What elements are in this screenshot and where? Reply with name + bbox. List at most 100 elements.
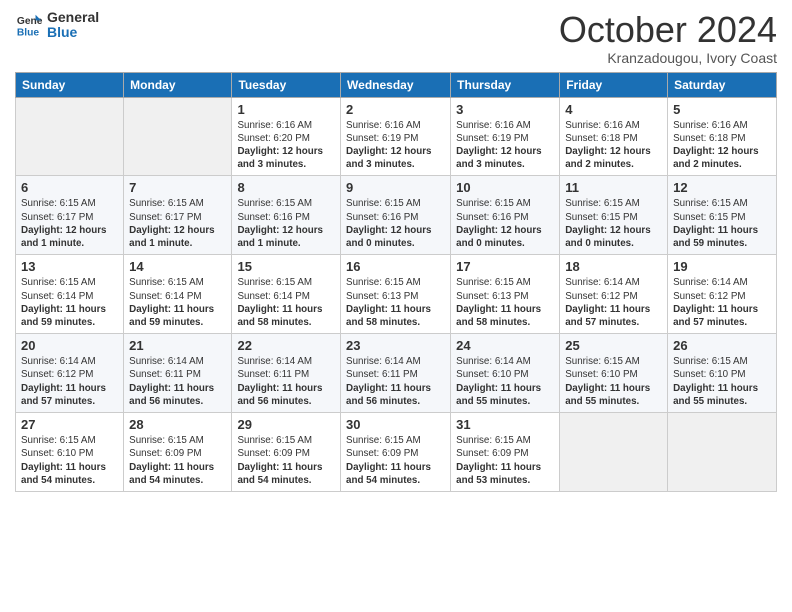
day-info: Sunrise: 6:15 AMSunset: 6:10 PMDaylight:… (565, 355, 662, 408)
calendar-body: 1Sunrise: 6:16 AMSunset: 6:20 PMDaylight… (16, 97, 777, 491)
svg-text:Blue: Blue (17, 28, 40, 39)
weekday-header-monday: Monday (124, 72, 232, 97)
day-number: 20 (21, 338, 118, 353)
calendar-cell: 28 Sunrise: 6:15 AMSunset: 6:09 PMDayligh… (124, 413, 232, 492)
day-info: Sunrise: 6:14 AMSunset: 6:11 PMDaylight:… (129, 355, 226, 408)
day-info: Sunrise: 6:15 AMSunset: 6:10 PMDaylight:… (673, 355, 771, 408)
day-number: 3 (456, 102, 554, 117)
day-info: Sunrise: 6:14 AMSunset: 6:10 PMDaylight:… (456, 355, 554, 408)
day-number: 21 (129, 338, 226, 353)
calendar-cell: 6Sunrise: 6:15 AMSunset: 6:17 PMDaylight… (16, 176, 124, 255)
day-info: Sunrise: 6:15 AMSunset: 6:14 PMDaylight:… (21, 276, 118, 329)
day-number: 23 (346, 338, 445, 353)
day-info: Sunrise: 6:15 AMSunset: 6:15 PMDaylight:… (673, 197, 771, 250)
calendar-cell: 18Sunrise: 6:14 AMSunset: 6:12 PMDayligh… (560, 255, 668, 334)
calendar-cell: 4 Sunrise: 6:16 AMSunset: 6:18 PMDaylight… (560, 97, 668, 176)
calendar-cell: 21 Sunrise: 6:14 AMSunset: 6:11 PMDayligh… (124, 334, 232, 413)
day-number: 18 (565, 259, 662, 274)
day-number: 19 (673, 259, 771, 274)
day-info: Sunrise: 6:15 AMSunset: 6:14 PMDaylight:… (237, 276, 335, 329)
day-number: 11 (565, 180, 662, 195)
week-row-3: 13 Sunrise: 6:15 AMSunset: 6:14 PMDayligh… (16, 255, 777, 334)
calendar-cell: 7 Sunrise: 6:15 AMSunset: 6:17 PMDaylight… (124, 176, 232, 255)
logo-icon: General Blue (15, 11, 43, 39)
logo-blue: Blue (47, 25, 99, 40)
day-info: Sunrise: 6:15 AMSunset: 6:14 PMDaylight:… (129, 276, 226, 329)
day-number: 24 (456, 338, 554, 353)
day-info: Sunrise: 6:15 AMSunset: 6:13 PMDaylight:… (456, 276, 554, 329)
day-info: Sunrise: 6:14 AMSunset: 6:12 PMDaylight:… (21, 355, 118, 408)
weekday-header-saturday: Saturday (668, 72, 777, 97)
day-number: 14 (129, 259, 226, 274)
month-title: October 2024 (559, 10, 777, 50)
day-number: 28 (129, 417, 226, 432)
day-info: Sunrise: 6:14 AMSunset: 6:11 PMDaylight:… (346, 355, 445, 408)
calendar-cell: 20 Sunrise: 6:14 AMSunset: 6:12 PMDayligh… (16, 334, 124, 413)
calendar-cell: 12Sunrise: 6:15 AMSunset: 6:15 PMDayligh… (668, 176, 777, 255)
day-info: Sunrise: 6:14 AMSunset: 6:11 PMDaylight:… (237, 355, 335, 408)
day-number: 29 (237, 417, 335, 432)
day-number: 27 (21, 417, 118, 432)
week-row-1: 1Sunrise: 6:16 AMSunset: 6:20 PMDaylight… (16, 97, 777, 176)
calendar-cell: 16 Sunrise: 6:15 AMSunset: 6:13 PMDayligh… (341, 255, 451, 334)
day-info: Sunrise: 6:15 AMSunset: 6:10 PMDaylight:… (21, 434, 118, 487)
calendar-cell: 29 Sunrise: 6:15 AMSunset: 6:09 PMDayligh… (232, 413, 341, 492)
location-subtitle: Kranzadougou, Ivory Coast (559, 50, 777, 66)
calendar-cell: 24 Sunrise: 6:14 AMSunset: 6:10 PMDayligh… (451, 334, 560, 413)
calendar-cell: 2Sunrise: 6:16 AMSunset: 6:19 PMDaylight… (341, 97, 451, 176)
day-info: Sunrise: 6:15 AMSunset: 6:15 PMDaylight:… (565, 197, 662, 250)
logo: General Blue General Blue (15, 10, 99, 41)
weekday-header-row: SundayMondayTuesdayWednesdayThursdayFrid… (16, 72, 777, 97)
calendar-cell: 31Sunrise: 6:15 AMSunset: 6:09 PMDayligh… (451, 413, 560, 492)
day-number: 6 (21, 180, 118, 195)
day-info: Sunrise: 6:15 AMSunset: 6:13 PMDaylight:… (346, 276, 445, 329)
day-number: 8 (237, 180, 335, 195)
day-number: 5 (673, 102, 771, 117)
day-info: Sunrise: 6:16 AMSunset: 6:19 PMDaylight:… (346, 119, 445, 172)
calendar-cell: 17Sunrise: 6:15 AMSunset: 6:13 PMDayligh… (451, 255, 560, 334)
calendar-cell: 3Sunrise: 6:16 AMSunset: 6:19 PMDaylight… (451, 97, 560, 176)
day-info: Sunrise: 6:15 AMSunset: 6:09 PMDaylight:… (237, 434, 335, 487)
logo-general: General (47, 10, 99, 25)
weekday-header-friday: Friday (560, 72, 668, 97)
day-number: 15 (237, 259, 335, 274)
day-info: Sunrise: 6:15 AMSunset: 6:17 PMDaylight:… (129, 197, 226, 250)
day-info: Sunrise: 6:16 AMSunset: 6:18 PMDaylight:… (673, 119, 771, 172)
day-number: 25 (565, 338, 662, 353)
week-row-2: 6 Sunrise: 6:15 AMSunset: 6:17 PMDaylight… (16, 176, 777, 255)
calendar-cell: 9 Sunrise: 6:15 AMSunset: 6:16 PMDaylight… (341, 176, 451, 255)
calendar-cell: 11 Sunrise: 6:15 AMSunset: 6:15 PMDayligh… (560, 176, 668, 255)
calendar-cell: 30 Sunrise: 6:15 AMSunset: 6:09 PMDayligh… (341, 413, 451, 492)
calendar-cell: 15 Sunrise: 6:15 AMSunset: 6:14 PMDayligh… (232, 255, 341, 334)
day-info: Sunrise: 6:15 AMSunset: 6:09 PMDaylight:… (346, 434, 445, 487)
day-number: 13 (21, 259, 118, 274)
day-number: 16 (346, 259, 445, 274)
calendar-cell (560, 413, 668, 492)
svg-text:General: General (17, 16, 43, 27)
day-number: 26 (673, 338, 771, 353)
day-number: 7 (129, 180, 226, 195)
weekday-header-wednesday: Wednesday (341, 72, 451, 97)
day-number: 9 (346, 180, 445, 195)
page: General Blue General Blue October 2024 K… (0, 0, 792, 612)
calendar-cell: 13 Sunrise: 6:15 AMSunset: 6:14 PMDayligh… (16, 255, 124, 334)
calendar-cell: 23 Sunrise: 6:14 AMSunset: 6:11 PMDayligh… (341, 334, 451, 413)
weekday-header-tuesday: Tuesday (232, 72, 341, 97)
calendar-cell: 22Sunrise: 6:14 AMSunset: 6:11 PMDayligh… (232, 334, 341, 413)
calendar-cell: 5 Sunrise: 6:16 AMSunset: 6:18 PMDaylight… (668, 97, 777, 176)
header: General Blue General Blue October 2024 K… (15, 10, 777, 66)
day-info: Sunrise: 6:15 AMSunset: 6:16 PMDaylight:… (237, 197, 335, 250)
day-info: Sunrise: 6:16 AMSunset: 6:20 PMDaylight:… (237, 119, 335, 172)
calendar-cell (124, 97, 232, 176)
day-number: 4 (565, 102, 662, 117)
calendar-cell: 26 Sunrise: 6:15 AMSunset: 6:10 PMDayligh… (668, 334, 777, 413)
calendar-cell: 8 Sunrise: 6:15 AMSunset: 6:16 PMDaylight… (232, 176, 341, 255)
week-row-5: 27 Sunrise: 6:15 AMSunset: 6:10 PMDayligh… (16, 413, 777, 492)
day-info: Sunrise: 6:15 AMSunset: 6:09 PMDaylight:… (129, 434, 226, 487)
calendar-cell: 19Sunrise: 6:14 AMSunset: 6:12 PMDayligh… (668, 255, 777, 334)
day-info: Sunrise: 6:15 AMSunset: 6:09 PMDaylight:… (456, 434, 554, 487)
day-number: 30 (346, 417, 445, 432)
day-info: Sunrise: 6:16 AMSunset: 6:18 PMDaylight:… (565, 119, 662, 172)
day-info: Sunrise: 6:15 AMSunset: 6:16 PMDaylight:… (346, 197, 445, 250)
week-row-4: 20 Sunrise: 6:14 AMSunset: 6:12 PMDayligh… (16, 334, 777, 413)
